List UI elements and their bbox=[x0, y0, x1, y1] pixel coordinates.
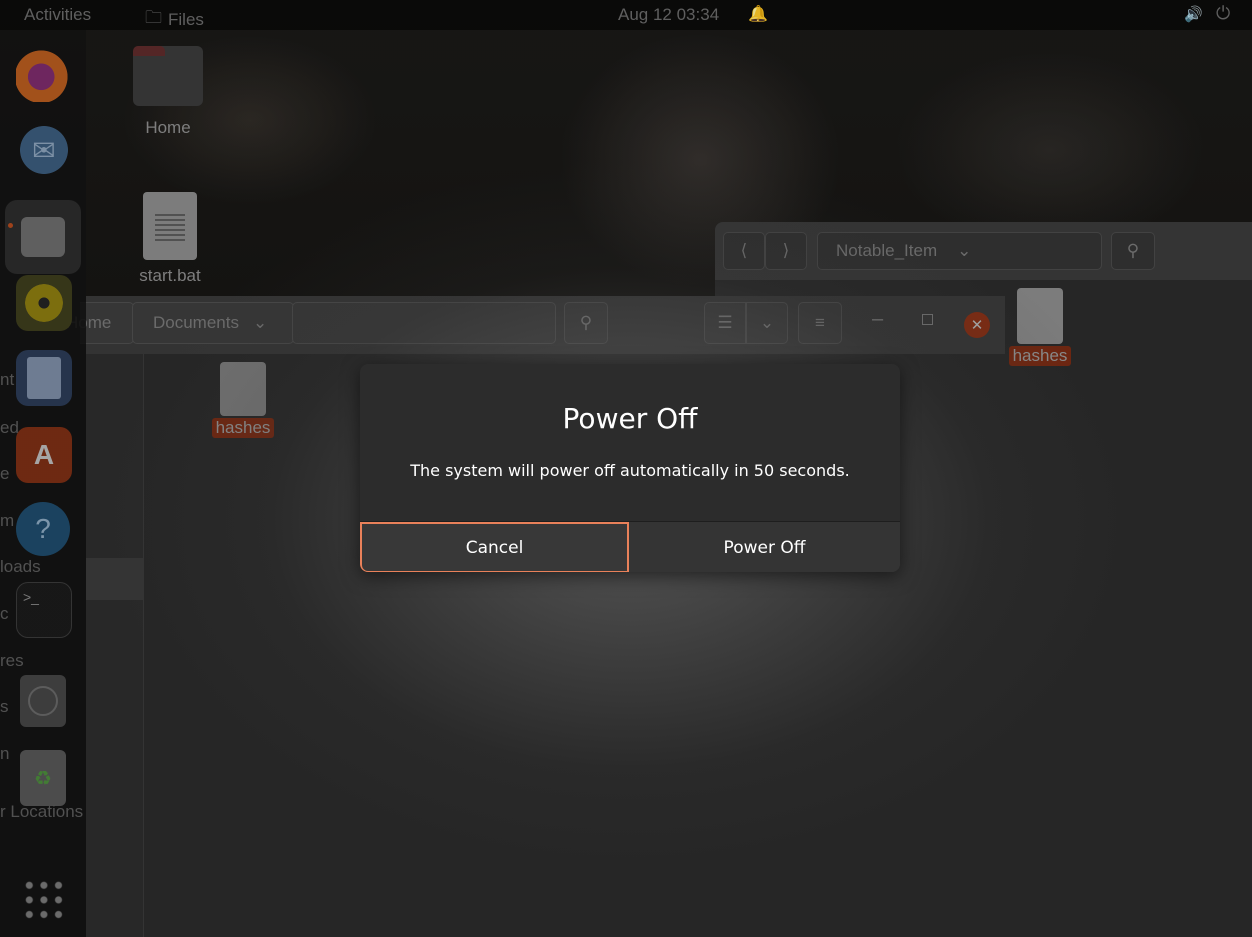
optical-disc-icon[interactable] bbox=[20, 675, 66, 727]
bell-icon[interactable]: 🔔 bbox=[748, 4, 768, 24]
thunderbird-icon[interactable]: ✉ bbox=[16, 122, 72, 178]
search-icon: ⚲ bbox=[1126, 241, 1140, 260]
text-file-icon bbox=[143, 192, 197, 260]
sidebar-ghost-label: ed bbox=[0, 418, 19, 437]
search-button[interactable]: ⚲ bbox=[564, 302, 608, 344]
home-folder-icon bbox=[133, 46, 203, 106]
firefox-icon[interactable] bbox=[16, 46, 72, 102]
app-center-icon[interactable]: A bbox=[16, 427, 72, 483]
list-icon: ☰ bbox=[717, 313, 733, 332]
running-indicator bbox=[8, 223, 13, 228]
path-bar-button[interactable]: Notable_Item ⌄ bbox=[817, 232, 1102, 270]
path-bar-empty bbox=[292, 302, 556, 344]
desktop-icon-label: Home bbox=[145, 118, 191, 137]
path-label: Notable_Item bbox=[836, 241, 938, 260]
libreoffice-writer-icon[interactable] bbox=[16, 350, 72, 406]
sidebar-ghost-label: e bbox=[0, 464, 10, 483]
disc-icon bbox=[28, 686, 58, 716]
sidebar-ghost-label: m bbox=[0, 511, 15, 530]
text-file-icon bbox=[220, 362, 266, 416]
sidebar-item-selected[interactable] bbox=[86, 558, 144, 600]
close-icon: ✕ bbox=[970, 317, 984, 334]
main-menu-button[interactable]: ≡ bbox=[798, 302, 842, 344]
chevron-right-icon: ⟩ bbox=[782, 241, 790, 260]
minimize-button[interactable]: – bbox=[872, 308, 883, 331]
volume-icon[interactable]: 🔊 bbox=[1184, 5, 1203, 23]
maximize-button[interactable] bbox=[922, 314, 933, 325]
view-options-button[interactable]: ⌄ bbox=[746, 302, 788, 344]
clock[interactable]: Aug 12 03:34 bbox=[618, 5, 719, 25]
document-icon bbox=[27, 357, 61, 399]
desktop-icon-label: start.bat bbox=[139, 266, 201, 285]
list-view-button[interactable]: ☰ bbox=[704, 302, 746, 344]
sidebar-ghost-label: r Locations bbox=[0, 802, 84, 821]
speaker-icon bbox=[25, 284, 63, 322]
sidebar bbox=[86, 354, 144, 937]
close-button[interactable]: ✕ bbox=[964, 312, 990, 338]
text-file-icon bbox=[1017, 288, 1063, 344]
sidebar-ghost-label: n bbox=[0, 744, 10, 763]
trash-icon[interactable]: ♻ bbox=[20, 750, 66, 806]
top-bar: Activities 🗀 Files Aug 12 03:34 🔔 🔊 ⏻ bbox=[0, 0, 1252, 30]
chevron-down-icon: ⌄ bbox=[957, 241, 972, 260]
forward-button[interactable]: ⟩ bbox=[765, 232, 807, 270]
chevron-down-icon: ⌄ bbox=[252, 313, 268, 332]
search-icon: ⚲ bbox=[579, 313, 593, 332]
sidebar-ghost-label: nt bbox=[0, 370, 15, 389]
dialog-message: The system will power off automatically … bbox=[410, 461, 850, 480]
back-button[interactable]: ⟨ bbox=[723, 232, 765, 270]
rhythmbox-icon[interactable] bbox=[16, 275, 72, 331]
path-label: Documents bbox=[153, 313, 239, 332]
show-apps-grid-icon[interactable] bbox=[22, 878, 66, 922]
hamburger-icon: ≡ bbox=[815, 313, 825, 332]
files-dock-icon[interactable] bbox=[5, 200, 81, 274]
app-menu-files[interactable]: 🗀 Files bbox=[145, 5, 204, 34]
chevron-down-icon: ⌄ bbox=[759, 313, 775, 332]
power-icon[interactable]: ⏻ bbox=[1216, 3, 1230, 24]
dock: ✉ A ? >_ ♻ bbox=[0, 30, 86, 937]
desktop-icon-home[interactable]: Home bbox=[128, 46, 208, 138]
path-home-button[interactable]: Home bbox=[66, 302, 134, 344]
sidebar-ghost-label: loads bbox=[0, 557, 41, 576]
power-off-button[interactable]: Power Off bbox=[629, 522, 900, 572]
dialog-title: Power Off bbox=[562, 402, 698, 435]
header-bar: Home Documents ⌄ ⚲ ☰ ⌄ ≡ – ✕ bbox=[66, 296, 1005, 354]
chevron-left-icon: ⟨ bbox=[740, 241, 748, 260]
folder-icon: 🗀 bbox=[145, 8, 162, 27]
power-off-dialog: Power Off The system will power off auto… bbox=[360, 364, 900, 572]
cancel-button[interactable]: Cancel bbox=[360, 522, 629, 572]
file-name-label: hashes bbox=[211, 418, 275, 438]
desktop-icon-start-bat[interactable]: start.bat bbox=[125, 192, 215, 286]
activities-button[interactable]: Activities bbox=[24, 5, 91, 25]
file-name-label: hashes bbox=[1008, 346, 1072, 366]
sidebar-ghost-label: res bbox=[0, 651, 24, 670]
header-bar: ⟨ ⟩ Notable_Item ⌄ ⚲ bbox=[715, 222, 1252, 280]
path-documents-button[interactable]: Documents ⌄ bbox=[132, 302, 294, 344]
dialog-button-row: Cancel Power Off bbox=[360, 521, 900, 572]
folder-icon bbox=[21, 217, 65, 257]
sidebar-ghost-label: s bbox=[0, 697, 9, 716]
file-item[interactable]: hashes bbox=[206, 362, 280, 438]
sidebar-ghost-label: c bbox=[0, 604, 9, 623]
file-item[interactable]: hashes bbox=[1007, 288, 1073, 366]
terminal-icon[interactable]: >_ bbox=[16, 582, 72, 638]
app-menu-label: Files bbox=[168, 9, 204, 29]
help-icon[interactable]: ? bbox=[16, 502, 70, 556]
search-button[interactable]: ⚲ bbox=[1111, 232, 1155, 270]
